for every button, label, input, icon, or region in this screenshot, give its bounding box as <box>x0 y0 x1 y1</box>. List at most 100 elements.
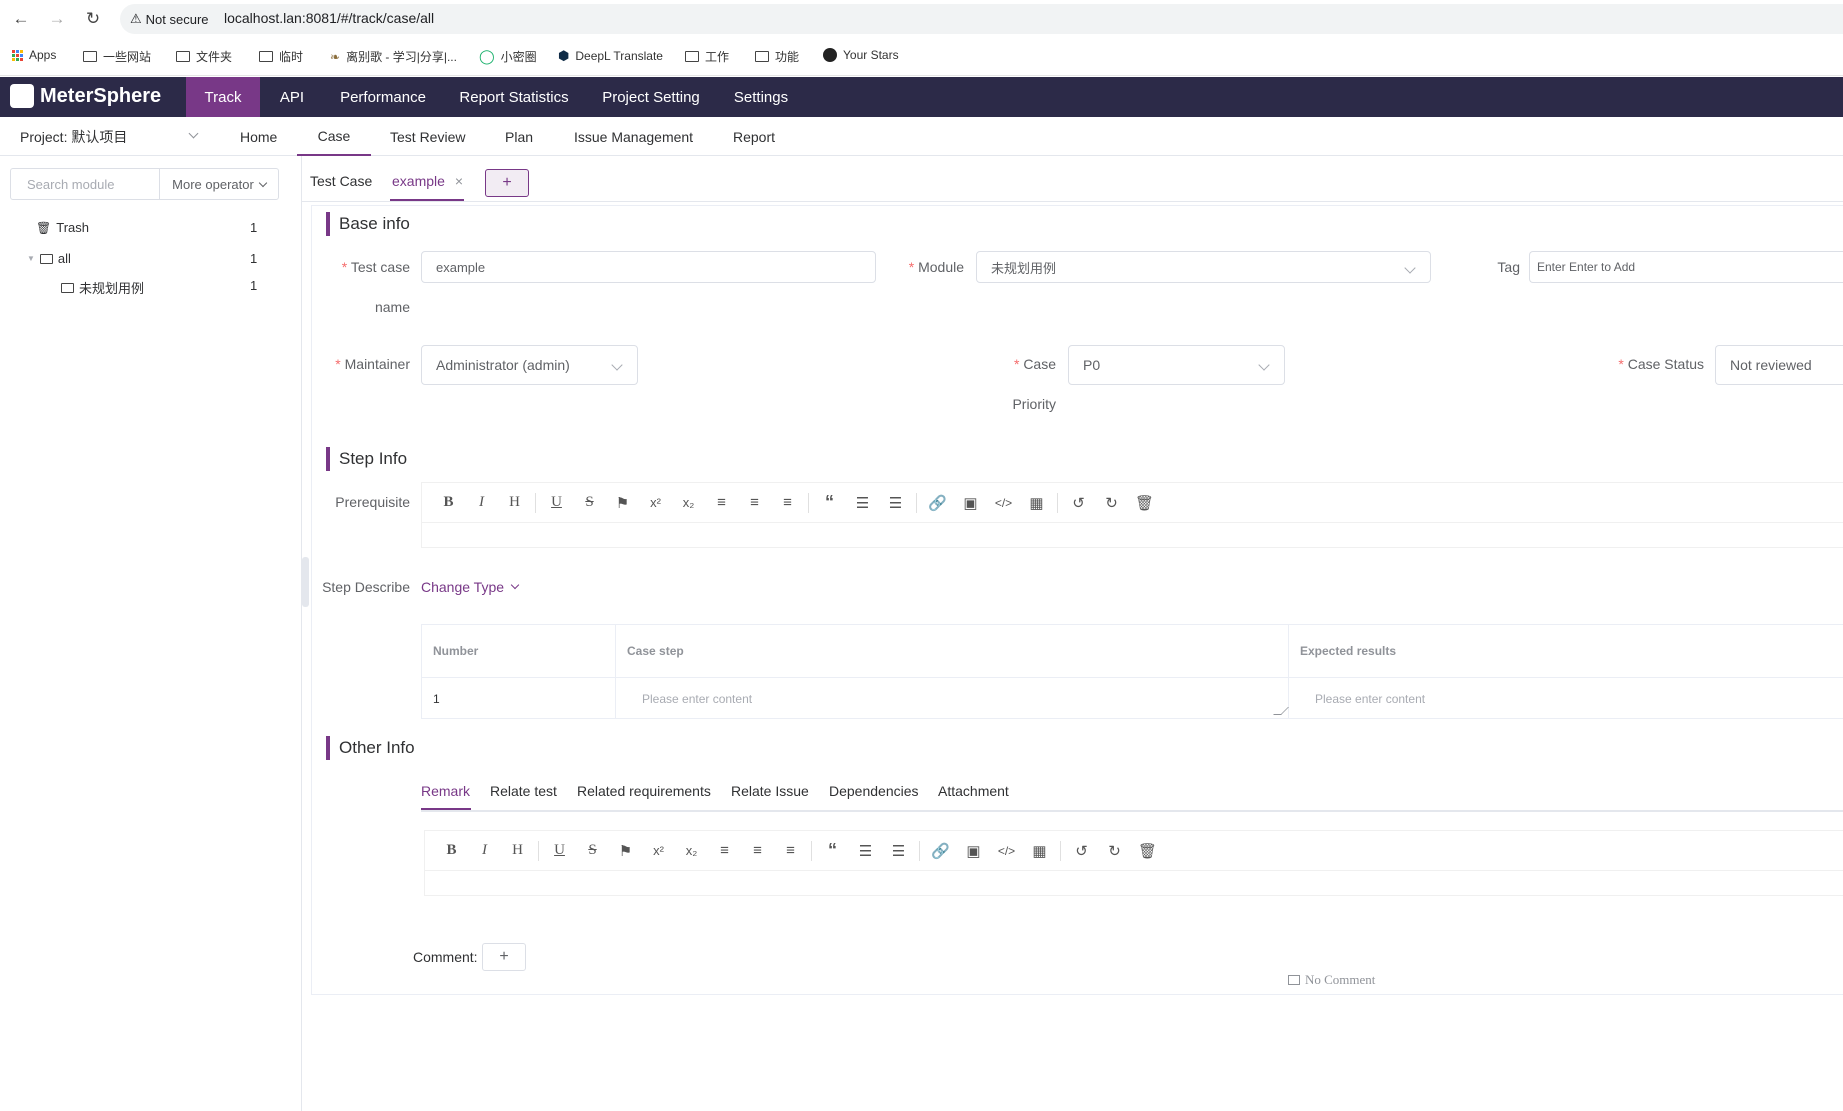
bookmark-link[interactable]: ❧ 离别歌 - 学习|分享|... <box>330 48 457 65</box>
italic-icon[interactable]: I <box>468 839 501 863</box>
table-icon[interactable]: ▦ <box>1023 839 1056 863</box>
priority-select[interactable]: P0 <box>1068 345 1285 385</box>
heading-icon[interactable]: H <box>501 839 534 863</box>
bold-icon[interactable]: B <box>435 839 468 863</box>
align-center-icon[interactable]: ≡ <box>738 491 771 515</box>
prerequisite-editor[interactable]: B I H U S ⚑ x² x₂ ≡ ≡ ≡ “ ☰ ☰ 🔗 ▣ </> ▦ … <box>421 482 1843 548</box>
redo-icon[interactable]: ↻ <box>1095 491 1128 515</box>
bookmark-icon[interactable]: ⚑ <box>609 839 642 863</box>
tree-node-unplanned[interactable]: 未规划用例 <box>61 278 144 297</box>
tab-relate-issue[interactable]: Relate Issue <box>731 783 809 799</box>
case-step-input[interactable]: Please enter content <box>616 678 1289 719</box>
quote-icon[interactable]: “ <box>816 839 849 863</box>
tab-dependencies[interactable]: Dependencies <box>829 783 919 799</box>
back-icon[interactable]: ← <box>9 7 33 31</box>
bold-icon[interactable]: B <box>432 491 465 515</box>
superscript-icon[interactable]: x² <box>642 839 675 863</box>
bullet-list-icon[interactable]: ☰ <box>882 839 915 863</box>
subscript-icon[interactable]: x₂ <box>675 839 708 863</box>
bookmark-link[interactable]: ⬢ DeepL Translate <box>558 48 663 64</box>
change-type-dropdown[interactable]: Change Type <box>421 579 520 595</box>
redo-icon[interactable]: ↻ <box>1098 839 1131 863</box>
reload-icon[interactable]: ↻ <box>81 7 105 31</box>
tag-input[interactable]: Enter Enter to Add <box>1529 251 1843 283</box>
bookmark-folder[interactable]: 工作 <box>685 48 729 65</box>
trash-icon[interactable]: 🗑 <box>1131 839 1164 863</box>
tab-test-case[interactable]: Test Case <box>310 173 372 189</box>
brand-logo[interactable]: MeterSphere <box>10 84 161 108</box>
superscript-icon[interactable]: x² <box>639 491 672 515</box>
align-right-icon[interactable]: ≡ <box>771 491 804 515</box>
underline-icon[interactable]: U <box>543 839 576 863</box>
subnav-case[interactable]: Case <box>297 117 371 156</box>
remark-editor[interactable]: B I H U S ⚑ x² x₂ ≡ ≡ ≡ “ ☰ ☰ 🔗 ▣ </> ▦ … <box>424 830 1843 896</box>
subnav-issue-management[interactable]: Issue Management <box>574 117 693 156</box>
subnav-report[interactable]: Report <box>733 117 775 156</box>
nav-api[interactable]: API <box>270 77 314 117</box>
trash-icon[interactable]: 🗑 <box>1128 491 1161 515</box>
module-select[interactable]: 未规划用例 <box>976 251 1431 283</box>
align-right-icon[interactable]: ≡ <box>774 839 807 863</box>
expected-results-input[interactable]: Please enter content <box>1289 678 1843 719</box>
image-icon[interactable]: ▣ <box>954 491 987 515</box>
bookmark-folder[interactable]: 文件夹 <box>176 48 232 65</box>
align-left-icon[interactable]: ≡ <box>708 839 741 863</box>
search-module-input[interactable]: Search module <box>10 168 160 200</box>
subnav-test-review[interactable]: Test Review <box>390 117 465 156</box>
undo-icon[interactable]: ↺ <box>1065 839 1098 863</box>
close-icon[interactable]: × <box>455 173 463 189</box>
tab-related-requirements[interactable]: Related requirements <box>577 783 711 799</box>
code-icon[interactable]: </> <box>990 839 1023 863</box>
project-selector[interactable]: Project: 默认项目 <box>20 117 200 156</box>
bookmark-apps[interactable]: Apps <box>12 48 56 62</box>
test-case-name-input[interactable]: example <box>421 251 876 283</box>
security-indicator[interactable]: ⚠ Not secure <box>130 11 209 27</box>
bookmark-link[interactable]: Your Stars <box>823 48 899 62</box>
tree-node-all[interactable]: ▼ all <box>27 251 71 266</box>
nav-settings[interactable]: Settings <box>726 77 796 117</box>
ordered-list-icon[interactable]: ☰ <box>849 839 882 863</box>
strikethrough-icon[interactable]: S <box>576 839 609 863</box>
tab-example[interactable]: example × <box>392 173 463 189</box>
subnav-home[interactable]: Home <box>240 117 277 156</box>
bookmark-folder[interactable]: 一些网站 <box>83 48 151 65</box>
subscript-icon[interactable]: x₂ <box>672 491 705 515</box>
more-operator-button[interactable]: More operator <box>159 168 279 200</box>
nav-project-setting[interactable]: Project Setting <box>596 77 706 117</box>
strikethrough-icon[interactable]: S <box>573 491 606 515</box>
url-text[interactable]: localhost.lan:8081/#/track/case/all <box>224 10 434 26</box>
ordered-list-icon[interactable]: ☰ <box>846 491 879 515</box>
add-tab-button[interactable]: + <box>485 169 529 197</box>
underline-icon[interactable]: U <box>540 491 573 515</box>
image-icon[interactable]: ▣ <box>957 839 990 863</box>
add-comment-button[interactable]: + <box>482 943 526 971</box>
tab-attachment[interactable]: Attachment <box>938 783 1009 799</box>
section-title-base-info: Base info <box>326 212 410 236</box>
nav-track[interactable]: Track <box>186 77 260 117</box>
bookmark-link[interactable]: ◯ 小密圈 <box>479 48 537 65</box>
bookmark-folder[interactable]: 临时 <box>259 48 303 65</box>
table-icon[interactable]: ▦ <box>1020 491 1053 515</box>
align-left-icon[interactable]: ≡ <box>705 491 738 515</box>
heading-icon[interactable]: H <box>498 491 531 515</box>
subnav-plan[interactable]: Plan <box>505 117 533 156</box>
code-icon[interactable]: </> <box>987 491 1020 515</box>
align-center-icon[interactable]: ≡ <box>741 839 774 863</box>
maintainer-select[interactable]: Administrator (admin) <box>421 345 638 385</box>
tab-relate-test[interactable]: Relate test <box>490 783 557 799</box>
case-status-select[interactable]: Not reviewed <box>1715 345 1843 385</box>
forward-icon[interactable]: → <box>45 7 69 31</box>
nav-performance[interactable]: Performance <box>334 77 432 117</box>
bookmark-folder[interactable]: 功能 <box>755 48 799 65</box>
link-icon[interactable]: 🔗 <box>921 491 954 515</box>
italic-icon[interactable]: I <box>465 491 498 515</box>
undo-icon[interactable]: ↺ <box>1062 491 1095 515</box>
nav-report-statistics[interactable]: Report Statistics <box>452 77 576 117</box>
link-icon[interactable]: 🔗 <box>924 839 957 863</box>
tab-remark[interactable]: Remark <box>421 783 470 799</box>
quote-icon[interactable]: “ <box>813 491 846 515</box>
bookmark-icon[interactable]: ⚑ <box>606 491 639 515</box>
bullet-list-icon[interactable]: ☰ <box>879 491 912 515</box>
panel-resize-handle[interactable] <box>302 557 309 607</box>
tree-node-trash[interactable]: 🗑 Trash <box>36 220 89 235</box>
